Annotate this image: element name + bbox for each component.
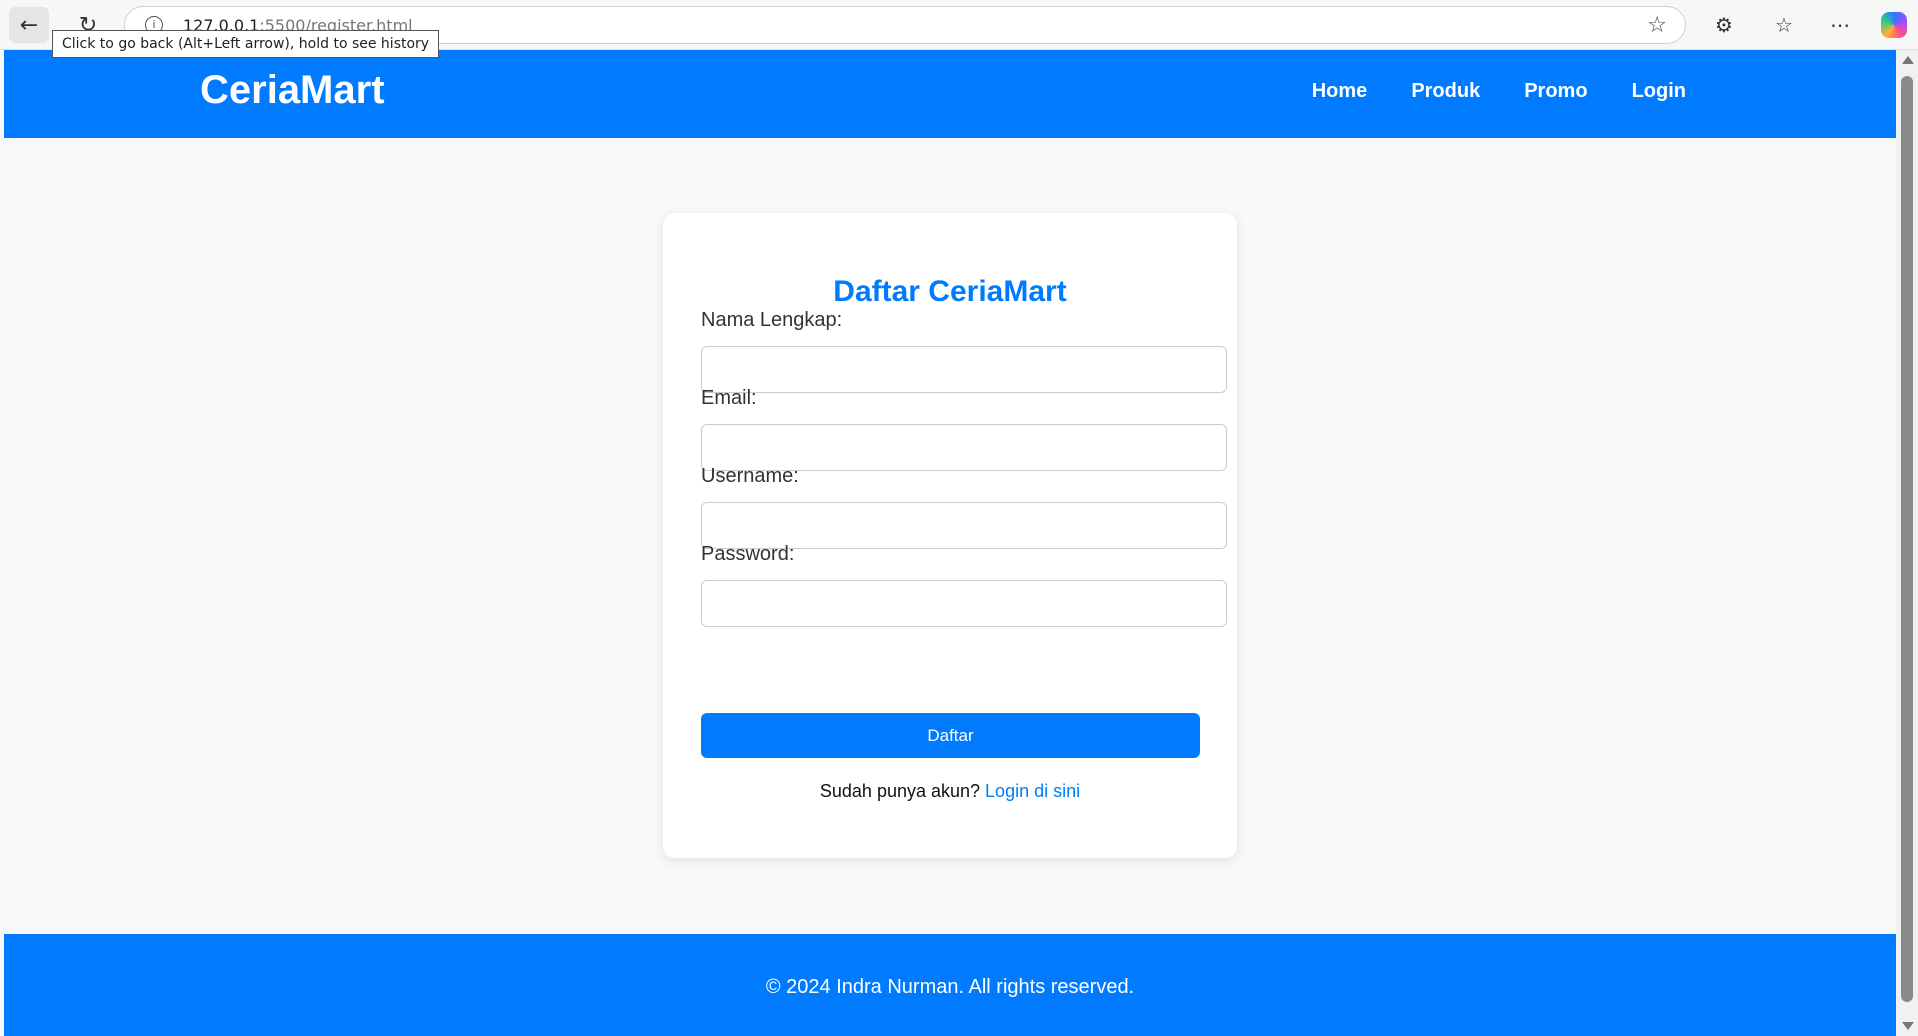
main-nav: Home Produk Promo Login [1312,80,1686,103]
back-tooltip: Click to go back (Alt+Left arrow), hold … [52,30,440,58]
copilot-button[interactable] [1876,7,1912,43]
copilot-icon [1881,12,1907,38]
page-viewport: CeriaMart Home Produk Promo Login Daftar… [4,50,1896,1036]
site-footer: © 2024 Indra Nurman. All rights reserved… [4,934,1896,1036]
username-label: Username: [701,465,799,487]
site-logo[interactable]: CeriaMart [200,68,385,113]
nav-login[interactable]: Login [1632,80,1686,103]
scroll-up-icon[interactable] [1902,56,1914,64]
fullname-label: Nama Lengkap: [701,309,843,331]
footer-copyright: © 2024 Indra Nurman. All rights reserved… [765,976,1135,998]
username-input[interactable] [701,502,1227,549]
register-card: Daftar CeriaMart Nama Lengkap: Email: Us… [663,213,1237,858]
login-link[interactable]: Login di sini [985,781,1080,801]
register-button[interactable]: Daftar [701,713,1200,758]
scroll-down-icon[interactable] [1902,1022,1914,1030]
site-header: CeriaMart Home Produk Promo Login [4,50,1896,138]
nav-home[interactable]: Home [1312,80,1368,103]
scroll-thumb[interactable] [1901,76,1913,1002]
back-arrow-icon[interactable]: ← [9,7,49,43]
more-icon[interactable]: ⋯ [1822,7,1858,43]
star-icon[interactable]: ☆ [1647,13,1667,38]
password-input[interactable] [701,580,1227,627]
login-prompt: Sudah punya akun? Login di sini [663,781,1237,802]
fullname-input[interactable] [701,346,1227,393]
form-title: Daftar CeriaMart [833,275,1067,308]
favorites-icon[interactable]: ☆ [1766,7,1802,43]
nav-produk[interactable]: Produk [1411,80,1480,103]
email-input[interactable] [701,424,1227,471]
password-label: Password: [701,543,795,565]
extensions-icon[interactable]: ⚙ [1706,7,1742,43]
vertical-scrollbar[interactable] [1896,50,1918,1036]
login-prompt-text: Sudah punya akun? [819,781,981,801]
nav-promo[interactable]: Promo [1524,80,1587,103]
email-label: Email: [701,387,757,409]
